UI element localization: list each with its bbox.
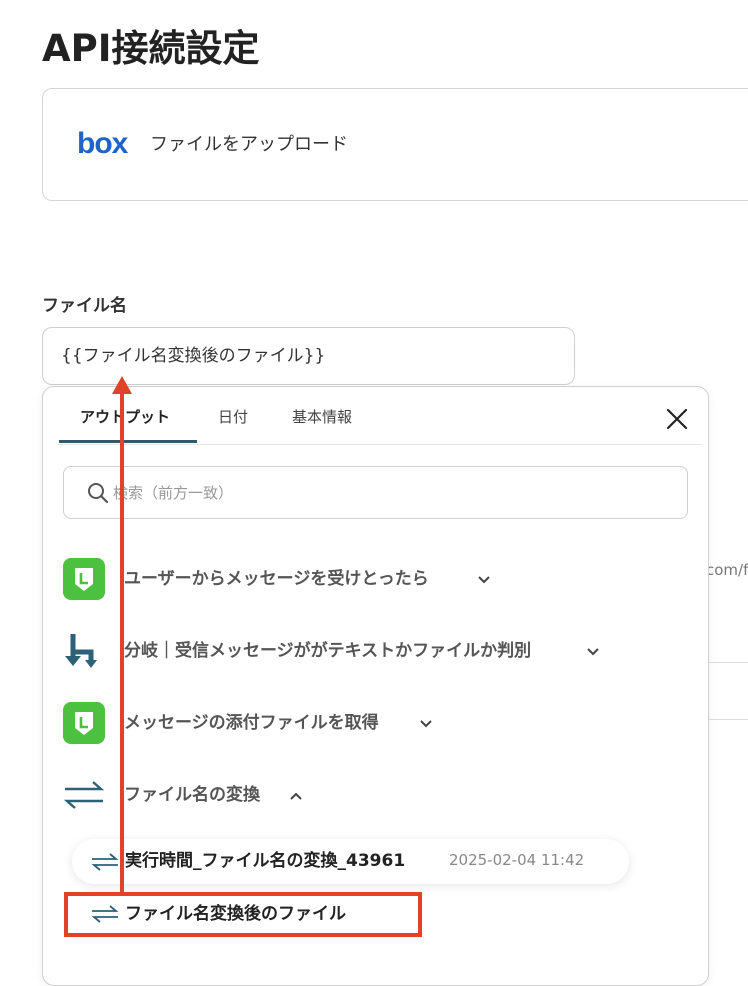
background-url-snippet: com/f [706, 561, 748, 579]
chevron-down-icon[interactable] [418, 716, 434, 732]
chevron-down-icon[interactable] [476, 572, 492, 588]
section-label[interactable]: ファイル名の変換 [124, 783, 260, 807]
list-item-label: 実行時間_ファイル名の変換_43961 [125, 851, 406, 871]
box-logo: box [77, 127, 128, 160]
search-icon [86, 481, 110, 505]
file-name-label: ファイル名 [42, 296, 127, 316]
background-divider [708, 662, 748, 663]
app-action-label: ファイルをアップロード [150, 134, 348, 155]
close-icon[interactable] [662, 404, 692, 434]
chevron-down-icon[interactable] [585, 644, 601, 660]
convert-icon [91, 852, 119, 872]
search-placeholder: 検索（前方一致） [113, 484, 234, 502]
page-title: API接続設定 [42, 27, 260, 70]
line-app-icon [63, 558, 105, 600]
tab-date[interactable]: 日付 [218, 406, 248, 428]
line-app-icon [63, 702, 105, 744]
background-divider [708, 719, 748, 720]
list-item-timestamp: 2025-02-04 11:42 [449, 851, 585, 869]
section-label[interactable]: メッセージの添付ファイルを取得 [124, 711, 379, 735]
app-card[interactable] [42, 88, 748, 201]
file-name-input[interactable]: {{ファイル名変換後のファイル}} [42, 327, 575, 385]
section-label[interactable]: ユーザーからメッセージを受けとったら [124, 567, 429, 591]
tab-output[interactable]: アウトプット [80, 406, 170, 428]
tabs-divider [58, 444, 702, 445]
highlight-box [64, 892, 422, 937]
branch-icon [63, 630, 105, 672]
section-label[interactable]: 分岐｜受信メッセージががテキストかファイルか判別 [124, 639, 531, 663]
active-tab-indicator [59, 440, 197, 443]
chevron-up-icon[interactable] [288, 788, 304, 804]
convert-icon [63, 774, 105, 816]
tab-basic-info[interactable]: 基本情報 [292, 406, 352, 428]
